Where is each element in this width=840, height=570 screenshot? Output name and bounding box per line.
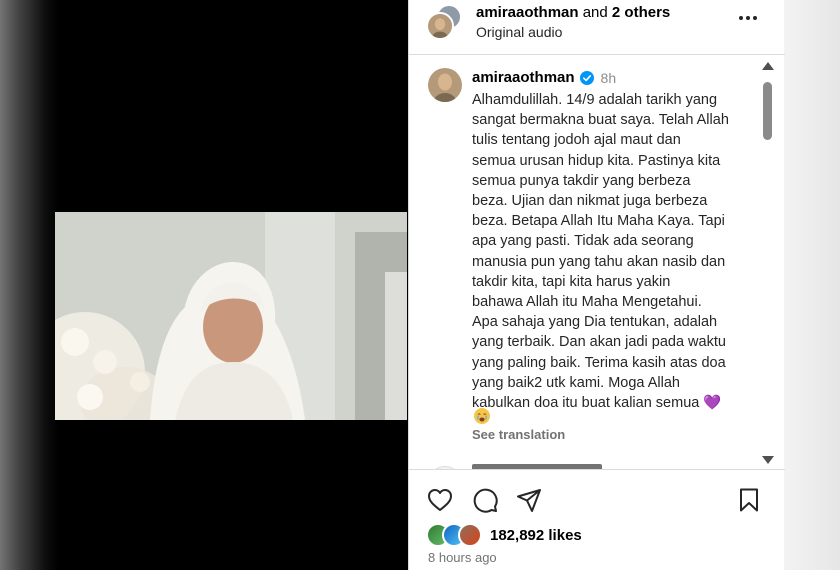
- video-frame-illustration: [55, 212, 407, 420]
- see-translation-link[interactable]: See translation: [472, 427, 565, 442]
- caption-line: yang baik2 utk kami. Moga Allah: [472, 374, 680, 391]
- background-fade: [0, 0, 58, 570]
- authors-and-text: and: [582, 4, 608, 21]
- caption-line: beza. Betapa Allah Itu Maha Kaya. Tapi: [472, 213, 725, 230]
- comments-section[interactable]: amiraaothman 8h Alhamdulillah. 14/9 adal…: [409, 56, 785, 470]
- caption-line: yang paling baik. Terima kasih atas doa: [472, 354, 726, 371]
- caption-line: sangat bermakna buat saya. Telah Allah: [472, 112, 729, 129]
- caption-line: manusia pun yang tahu akan nasib dan: [472, 253, 726, 270]
- caption-line: tulis tentang jodoh ajal maut dan: [472, 132, 681, 149]
- comments-scrollbar[interactable]: [759, 60, 775, 466]
- page-right-margin: [784, 0, 840, 570]
- likes-count-link[interactable]: 182,892 likes: [490, 527, 582, 544]
- author-username-link[interactable]: amiraaothman: [476, 4, 579, 21]
- caption-line: kabulkan doa itu buat kalian semua 💜: [472, 395, 722, 412]
- audio-link[interactable]: Original audio: [476, 24, 562, 40]
- next-comment-avatar[interactable]: [428, 466, 462, 469]
- verified-badge-icon: [579, 70, 594, 85]
- comment-icon[interactable]: [471, 486, 499, 514]
- caption-username-link[interactable]: amiraaothman: [472, 69, 575, 86]
- caption-line: bahawa Allah itu Maha Mengetahui.: [472, 294, 702, 311]
- post-timestamp[interactable]: 8 hours ago: [428, 550, 497, 565]
- post-header: amiraaothman and 2 others Original audio: [409, 0, 785, 55]
- caption-line: beza. Ujian dan nikmat juga berbeza: [472, 193, 708, 210]
- liker-avatar[interactable]: [458, 523, 482, 547]
- caption-line: Alhamdulillah. 14/9 adalah tarikh yang: [472, 92, 718, 108]
- scroll-down-arrow-icon[interactable]: [762, 456, 774, 464]
- caption-avatar-image: [428, 68, 462, 102]
- post-details-panel: amiraaothman and 2 others Original audio…: [408, 0, 785, 570]
- post-actions: [409, 480, 785, 520]
- caption-text: Alhamdulillah. 14/9 adalah tarikh yang s…: [472, 90, 750, 413]
- more-options-icon-dot: [753, 16, 757, 20]
- more-options-button[interactable]: [733, 8, 763, 28]
- author-avatar-image: [428, 14, 452, 38]
- author-avatar[interactable]: [426, 12, 454, 40]
- next-comment-preview: [472, 464, 602, 469]
- caption-timestamp[interactable]: 8h: [601, 70, 617, 86]
- more-options-icon: [739, 16, 743, 20]
- heart-icon[interactable]: [426, 486, 454, 514]
- crying-face-emoji-icon: [474, 408, 490, 424]
- likes-summary[interactable]: 182,892 likes: [426, 522, 582, 548]
- scrollbar-thumb[interactable]: [763, 82, 772, 140]
- caption-line: takdir kita, tapi kita harus yakin: [472, 273, 671, 290]
- caption-line: apa yang pasti. Tidak ada seorang: [472, 233, 694, 250]
- bookmark-icon[interactable]: [735, 486, 763, 514]
- caption-line: Apa sahaja yang Dia tentukan, adalah: [472, 314, 718, 331]
- scroll-up-arrow-icon[interactable]: [762, 62, 774, 70]
- caption-author-avatar[interactable]: [428, 68, 462, 102]
- caption-header: amiraaothman 8h: [472, 69, 616, 86]
- caption-line: semua urusan hidup kita. Pastinya kita: [472, 152, 721, 169]
- post-video[interactable]: [55, 212, 407, 420]
- caption-line: semua punya takdir yang berbeza: [472, 172, 691, 189]
- more-options-icon-dot: [746, 16, 750, 20]
- post-authors: amiraaothman and 2 others: [476, 4, 670, 21]
- share-icon[interactable]: [515, 486, 543, 514]
- caption-line: yang terbaik. Dan akan jadi pada waktu: [472, 334, 726, 351]
- others-link[interactable]: 2 others: [612, 4, 670, 21]
- media-viewer-background: [0, 0, 408, 570]
